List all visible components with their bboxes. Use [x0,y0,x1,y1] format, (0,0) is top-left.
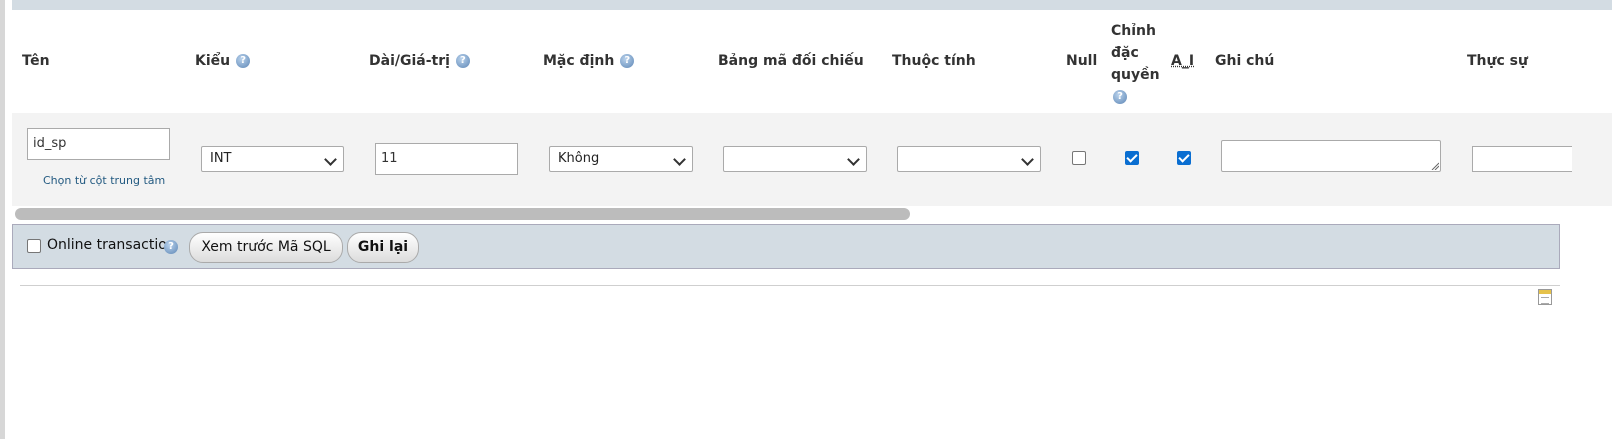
help-icon[interactable]: ? [236,54,251,68]
default-select-value: Không [558,151,600,166]
chevron-down-icon [847,153,860,166]
resize-handle-icon[interactable] [1431,162,1439,170]
header-null: Null [1066,53,1098,69]
table-top-bar [12,0,1612,10]
type-select[interactable]: INT [201,146,344,172]
header-attributes: Thuộc tính [892,53,976,69]
ai-checkbox[interactable] [1177,151,1191,165]
page-icon[interactable] [1538,289,1552,305]
header-default: Mặc định? [543,53,635,69]
chevron-down-icon [324,153,337,166]
preview-sql-button[interactable]: Xem trước Mã SQL [189,232,343,263]
null-checkbox[interactable] [1072,151,1086,165]
save-button[interactable]: Ghi lại [347,232,419,263]
collation-select[interactable] [723,146,867,172]
help-icon[interactable]: ? [455,54,470,68]
header-ai[interactable]: A_I [1171,53,1194,69]
length-input[interactable]: 11 [375,143,518,175]
type-select-value: INT [210,151,232,166]
header-virtuality: Thực sự [1467,53,1528,69]
help-icon[interactable]: ? [1113,90,1127,104]
help-icon[interactable]: ? [164,240,178,254]
default-select[interactable]: Không [549,146,693,172]
attributes-select[interactable] [897,146,1041,172]
virtuality-input[interactable] [1472,146,1572,172]
pick-central-column-link[interactable]: Chọn từ cột trung tâm [43,174,165,187]
left-border [0,0,5,439]
online-transaction-label: Online transaction [47,237,176,253]
action-bar: Online transaction ? Xem trước Mã SQL Gh… [12,224,1560,269]
chevron-down-icon [673,153,686,166]
online-transaction-checkbox[interactable] [27,239,41,253]
header-index: Chỉnh đặc quyền ? [1111,23,1160,104]
comments-textarea[interactable] [1221,140,1441,172]
chevron-down-icon [1021,153,1034,166]
horizontal-scrollbar[interactable] [15,208,910,220]
header-name: Tên [22,53,50,69]
header-type: Kiểu? [195,53,251,69]
divider [20,285,1560,286]
help-icon[interactable]: ? [620,54,635,68]
index-checkbox[interactable] [1125,151,1139,165]
header-comments: Ghi chú [1215,53,1275,69]
name-input[interactable]: id_sp [27,128,170,160]
header-collation: Bảng mã đối chiếu [718,53,864,69]
header-length: Dài/Giá-trị? [369,53,470,69]
